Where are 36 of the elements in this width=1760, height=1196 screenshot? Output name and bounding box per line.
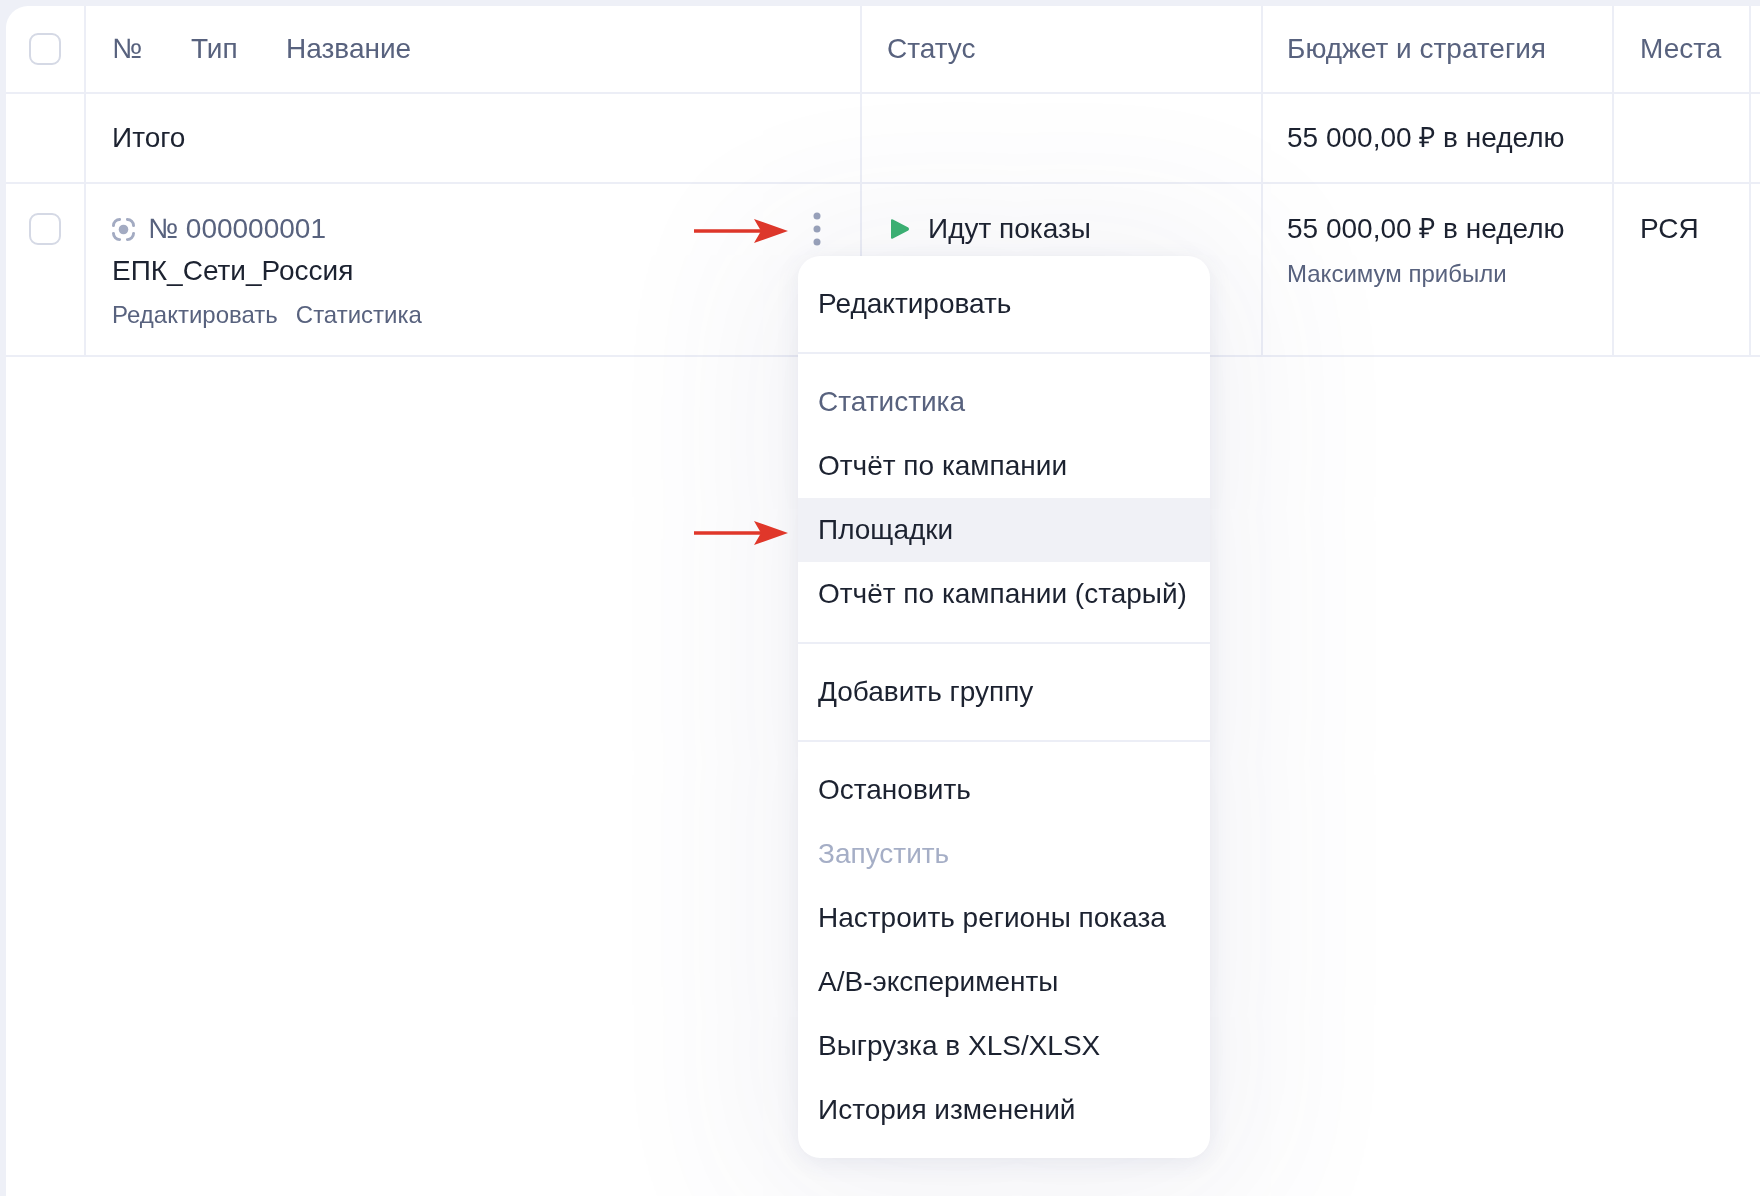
menu-item[interactable]: Площадки <box>798 498 1210 562</box>
menu-item[interactable]: История изменений <box>798 1078 1210 1142</box>
menu-item[interactable]: Редактировать <box>798 272 1210 336</box>
column-header: Название <box>286 32 412 66</box>
column-header: Статус <box>887 32 976 66</box>
kebab-icon <box>813 212 821 246</box>
menu-item[interactable]: Настроить регионы показа <box>798 886 1210 950</box>
total-budget: 55 000,00 ₽ в неделю <box>1287 121 1565 155</box>
campaign-name: ЕПК_Сети_Россия <box>112 254 354 288</box>
column-header: Бюджет и стратегия <box>1287 32 1546 66</box>
menu-item: Запустить <box>817 837 951 871</box>
column-header: Места <box>1640 32 1722 66</box>
strategy-text: Максимум прибыли <box>1287 259 1507 289</box>
menu-item[interactable]: Отчёт по кампании <box>798 434 1210 498</box>
focus-icon <box>112 217 135 241</box>
menu-item[interactable]: Остановить <box>798 758 1210 822</box>
status-text: Идут показы <box>928 212 1091 246</box>
menu-item[interactable]: A/B-эксперименты <box>798 950 1210 1014</box>
total-label: Итого <box>112 121 186 155</box>
play-icon <box>890 218 910 240</box>
arrow-icon <box>694 520 788 546</box>
column-header: № <box>112 32 144 66</box>
menu-heading: Статистика <box>817 385 967 419</box>
action-link[interactable]: Редактировать <box>112 300 278 330</box>
menu-item[interactable]: Отчёт по кампании (старый) <box>798 562 1210 626</box>
arrow-icon <box>694 218 788 244</box>
checkbox[interactable] <box>29 33 61 65</box>
places-text: РСЯ <box>1640 213 1699 244</box>
action-link[interactable]: Статистика <box>295 300 422 330</box>
column-header: Тип <box>191 32 239 66</box>
menu-item[interactable]: Добавить группу <box>798 660 1210 724</box>
campaign-number: № 000000001 <box>148 212 326 246</box>
menu-item[interactable]: Выгрузка в XLS/XLSX <box>798 1014 1210 1078</box>
more-button[interactable] <box>813 212 821 246</box>
budget-text: 55 000,00 ₽ в неделю <box>1287 212 1565 246</box>
checkbox[interactable] <box>29 213 61 245</box>
